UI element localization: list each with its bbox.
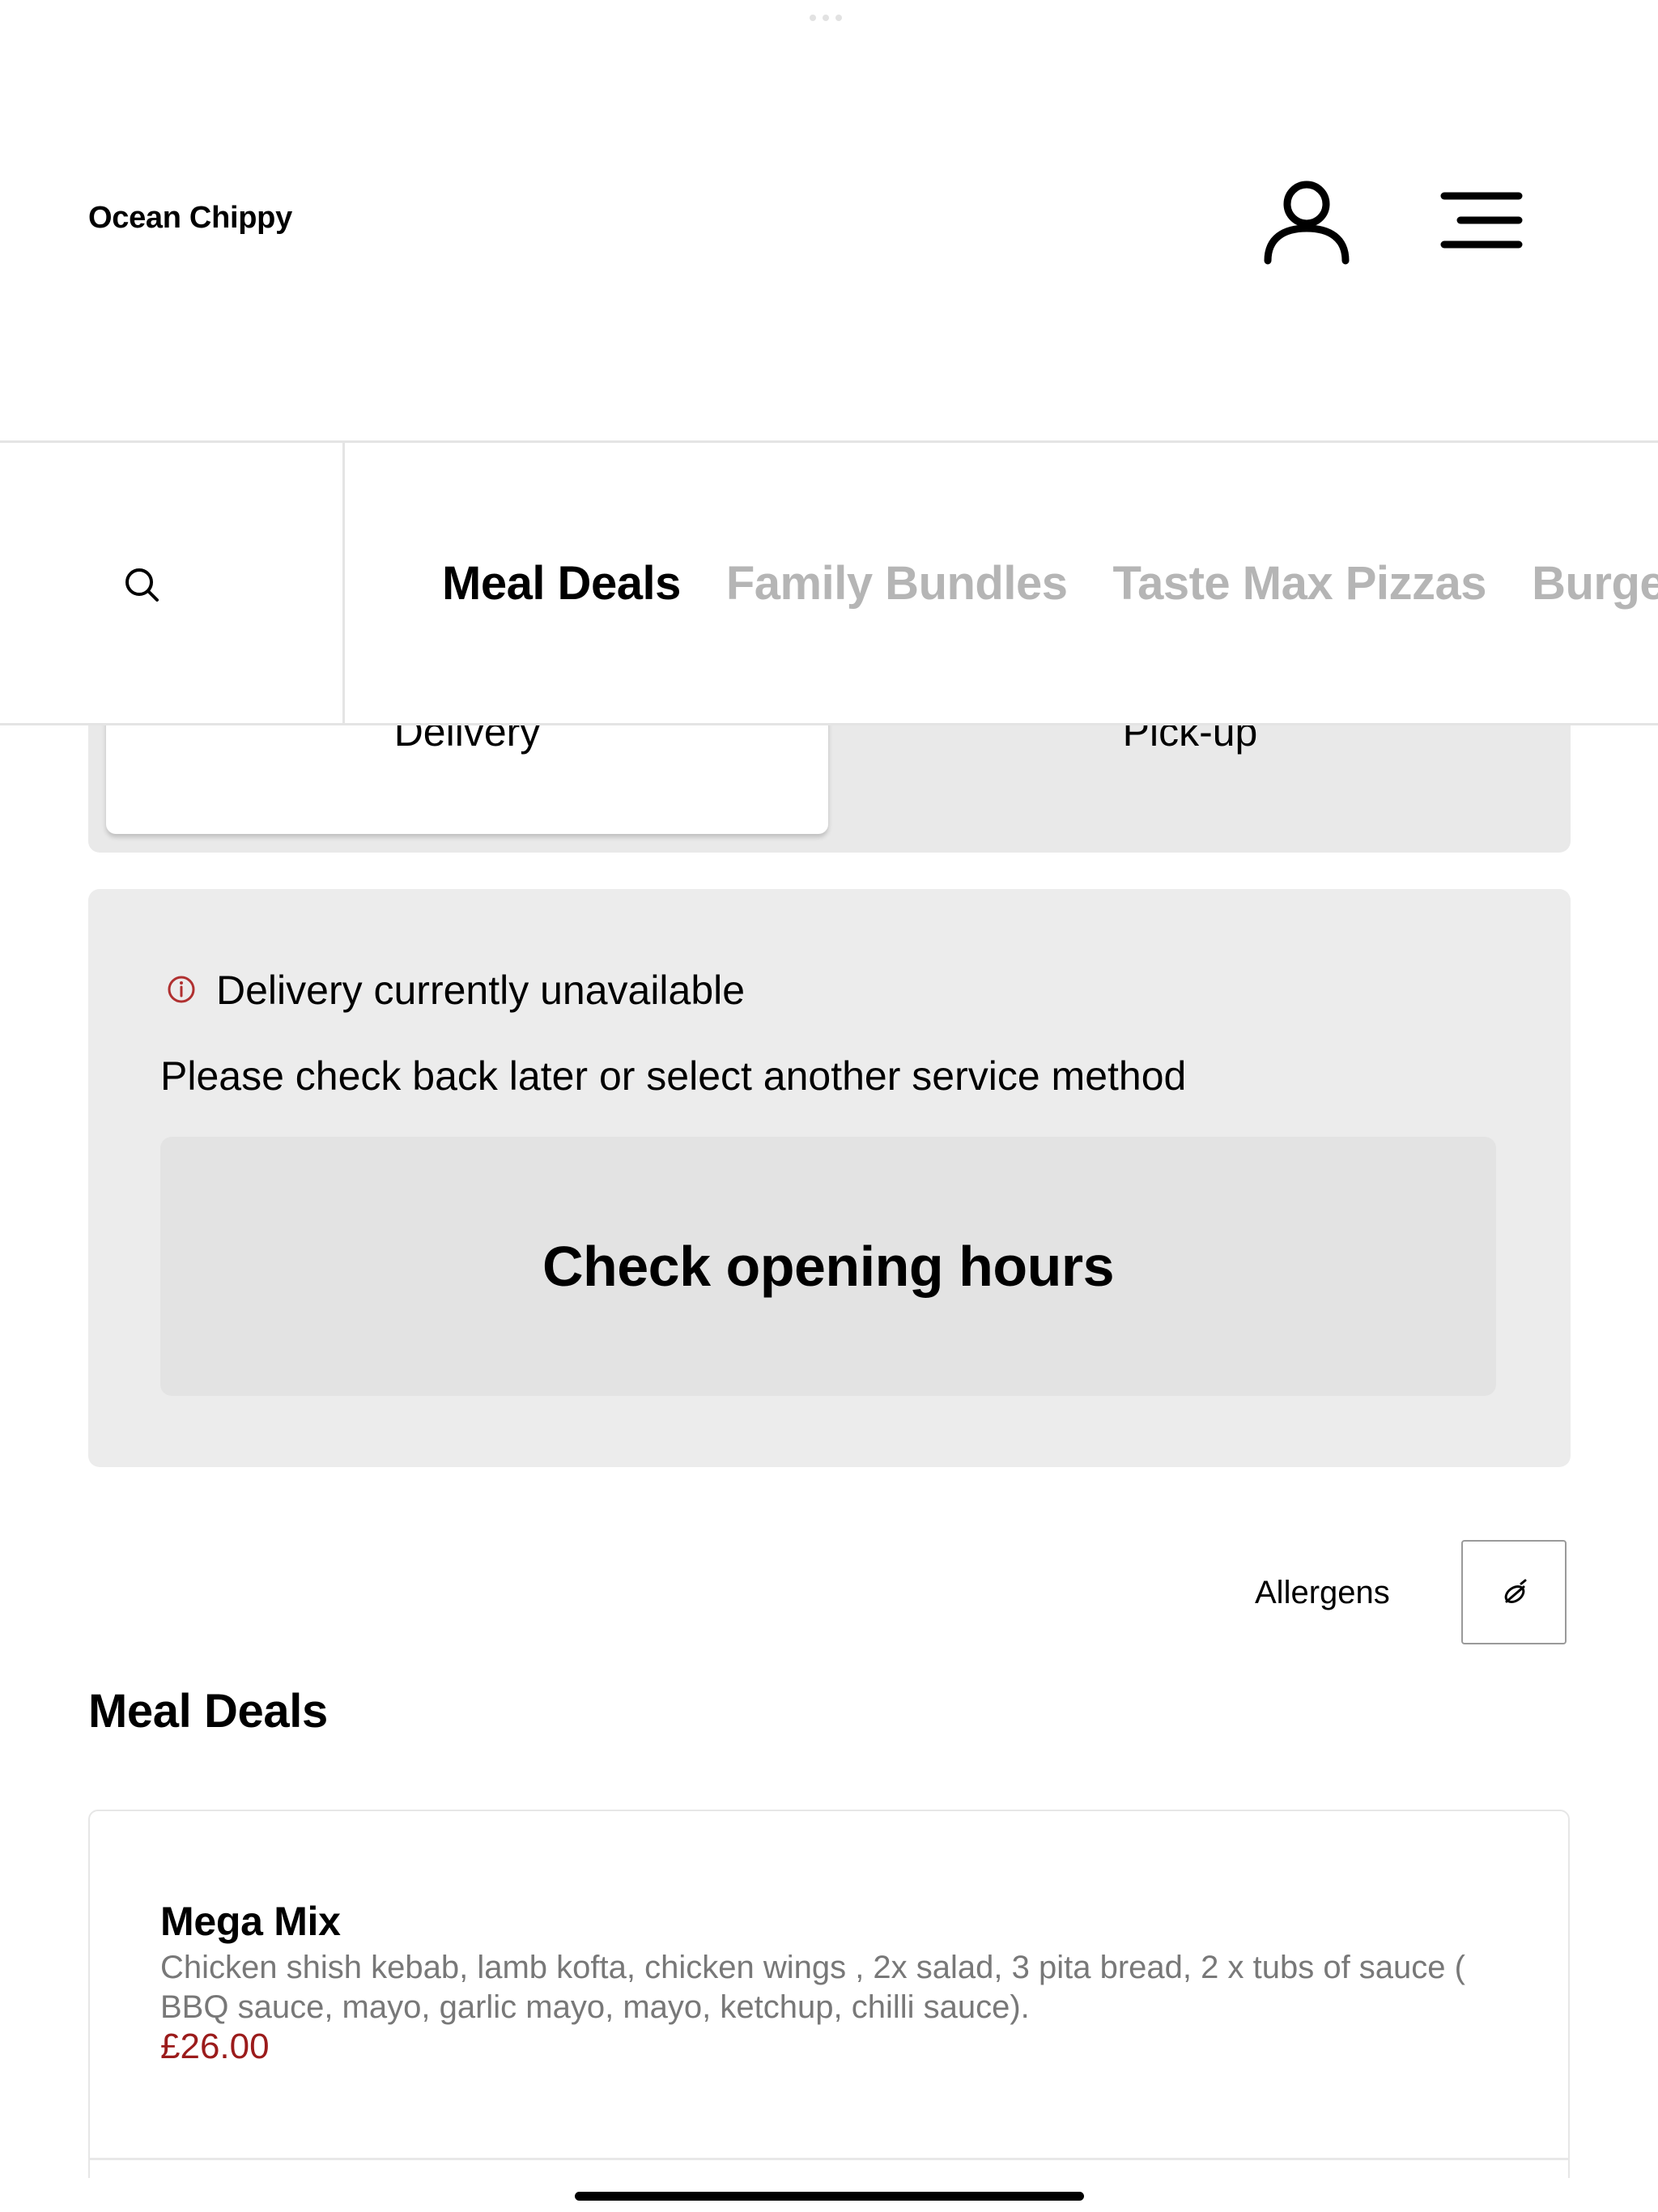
hamburger-menu-icon: [1440, 192, 1523, 249]
info-icon: [167, 975, 196, 1004]
category-tabs: Meal Deals Family Bundles Taste Max Pizz…: [442, 443, 1658, 723]
home-indicator[interactable]: [575, 2192, 1084, 2201]
user-icon: [1264, 181, 1350, 265]
tab-taste-max-pizzas[interactable]: Taste Max Pizzas: [1112, 556, 1486, 610]
allergens-label: Allergens: [1255, 1575, 1390, 1610]
allergens-button[interactable]: [1461, 1540, 1567, 1644]
search-button[interactable]: [0, 443, 345, 723]
card-divider: [90, 2158, 1568, 2160]
section-title: Meal Deals: [88, 1685, 328, 1738]
account-button[interactable]: [1255, 170, 1358, 274]
restaurant-name: Ocean Chippy: [88, 201, 292, 235]
search-icon: [125, 568, 159, 602]
notice-message: Please check back later or select anothe…: [160, 1053, 1187, 1099]
check-opening-hours-button[interactable]: Check opening hours: [160, 1137, 1496, 1396]
product-name: Mega Mix: [160, 1899, 341, 1944]
tab-burgers[interactable]: Burgers: [1532, 556, 1658, 610]
drag-handle[interactable]: [810, 15, 848, 23]
product-price: £26.00: [160, 2027, 270, 2066]
notice-title: Delivery currently unavailable: [216, 968, 746, 1013]
tab-meal-deals[interactable]: Meal Deals: [442, 556, 681, 610]
menu-button[interactable]: [1433, 178, 1530, 264]
tab-family-bundles[interactable]: Family Bundles: [726, 556, 1068, 610]
product-description: Chicken shish kebab, lamb kofta, chicken…: [160, 1950, 1465, 2025]
category-bar: Meal Deals Family Bundles Taste Max Pizz…: [0, 440, 1658, 725]
allergen-filter-icon: [1504, 1579, 1527, 1604]
